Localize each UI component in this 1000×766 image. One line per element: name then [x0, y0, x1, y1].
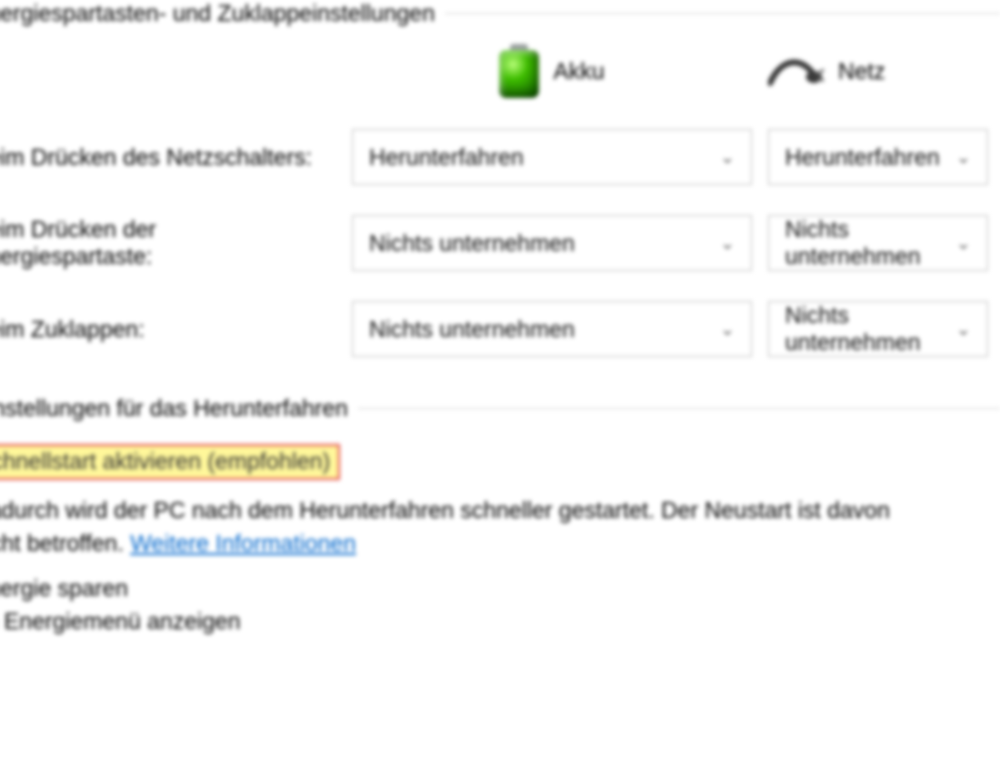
desc-line-2-prefix: nicht betroffen. [0, 530, 130, 556]
dropdown-sleep-button-plugged[interactable]: Nichts unternehmen ⌄ [768, 215, 988, 271]
section-power-buttons-header: Energiespartasten- und Zuklappeinstellun… [0, 0, 1000, 27]
chevron-down-icon: ⌄ [720, 147, 735, 168]
checkbox-fast-startup[interactable]: Schnellstart aktivieren (empfohlen) [0, 444, 340, 480]
dropdown-value: Herunterfahren [785, 144, 940, 171]
dropdown-lid-close-plugged[interactable]: Nichts unternehmen ⌄ [768, 301, 988, 357]
checkbox-fast-startup-label: Schnellstart aktivieren (empfohlen) [0, 448, 330, 474]
fast-startup-description: Dadurch wird der PC nach dem Herunterfah… [0, 494, 1000, 561]
checkbox-hibernate-label: Energie sparen [0, 575, 128, 601]
plug-icon [768, 53, 824, 89]
dropdown-value: Nichts unternehmen [369, 230, 575, 257]
dropdown-power-button-plugged[interactable]: Herunterfahren ⌄ [768, 129, 988, 185]
dropdown-lid-close-battery[interactable]: Nichts unternehmen ⌄ [352, 301, 752, 357]
row-lid-close: Beim Zuklappen: Nichts unternehmen ⌄ Nic… [0, 299, 1000, 359]
row-power-button-label: Beim Drücken des Netzschalters: [0, 144, 312, 171]
hibernate-description: Im Energiemenü anzeigen [0, 608, 1000, 635]
column-battery-header: Akku [352, 43, 752, 99]
divider [358, 408, 1000, 409]
section-power-buttons-title: Energiespartasten- und Zuklappeinstellun… [0, 0, 435, 27]
row-lid-close-label: Beim Zuklappen: [0, 316, 145, 343]
dropdown-value: Herunterfahren [369, 144, 524, 171]
column-plugged-header: Netz [768, 43, 988, 99]
row-sleep-button: Beim Drücken der Energiespartaste: Nicht… [0, 215, 1000, 271]
column-battery-label: Akku [553, 58, 604, 85]
row-sleep-button-label: Beim Drücken der Energiespartaste: [0, 216, 332, 270]
chevron-down-icon: ⌄ [956, 233, 971, 254]
link-more-info[interactable]: Weitere Informationen [130, 530, 356, 556]
row-power-button: Beim Drücken des Netzschalters: Herunter… [0, 127, 1000, 187]
dropdown-value: Nichts unternehmen [785, 302, 956, 356]
hibernate-description-text: Im Energiemenü anzeigen [0, 608, 241, 634]
dropdown-power-button-battery[interactable]: Herunterfahren ⌄ [352, 129, 752, 185]
dropdown-sleep-button-battery[interactable]: Nichts unternehmen ⌄ [352, 215, 752, 271]
divider [445, 13, 1000, 14]
chevron-down-icon: ⌄ [956, 319, 971, 340]
section-shutdown-title: Einstellungen für das Herunterfahren [0, 395, 348, 422]
battery-icon [499, 44, 539, 98]
chevron-down-icon: ⌄ [720, 319, 735, 340]
chevron-down-icon: ⌄ [956, 147, 971, 168]
desc-line-1: Dadurch wird der PC nach dem Herunterfah… [0, 497, 890, 523]
checkbox-hibernate[interactable]: Energie sparen [0, 575, 1000, 602]
dropdown-value: Nichts unternehmen [369, 316, 575, 343]
chevron-down-icon: ⌄ [720, 233, 735, 254]
column-plugged-label: Netz [838, 58, 885, 85]
dropdown-value: Nichts unternehmen [785, 216, 956, 270]
section-shutdown-header: Einstellungen für das Herunterfahren [0, 395, 1000, 422]
